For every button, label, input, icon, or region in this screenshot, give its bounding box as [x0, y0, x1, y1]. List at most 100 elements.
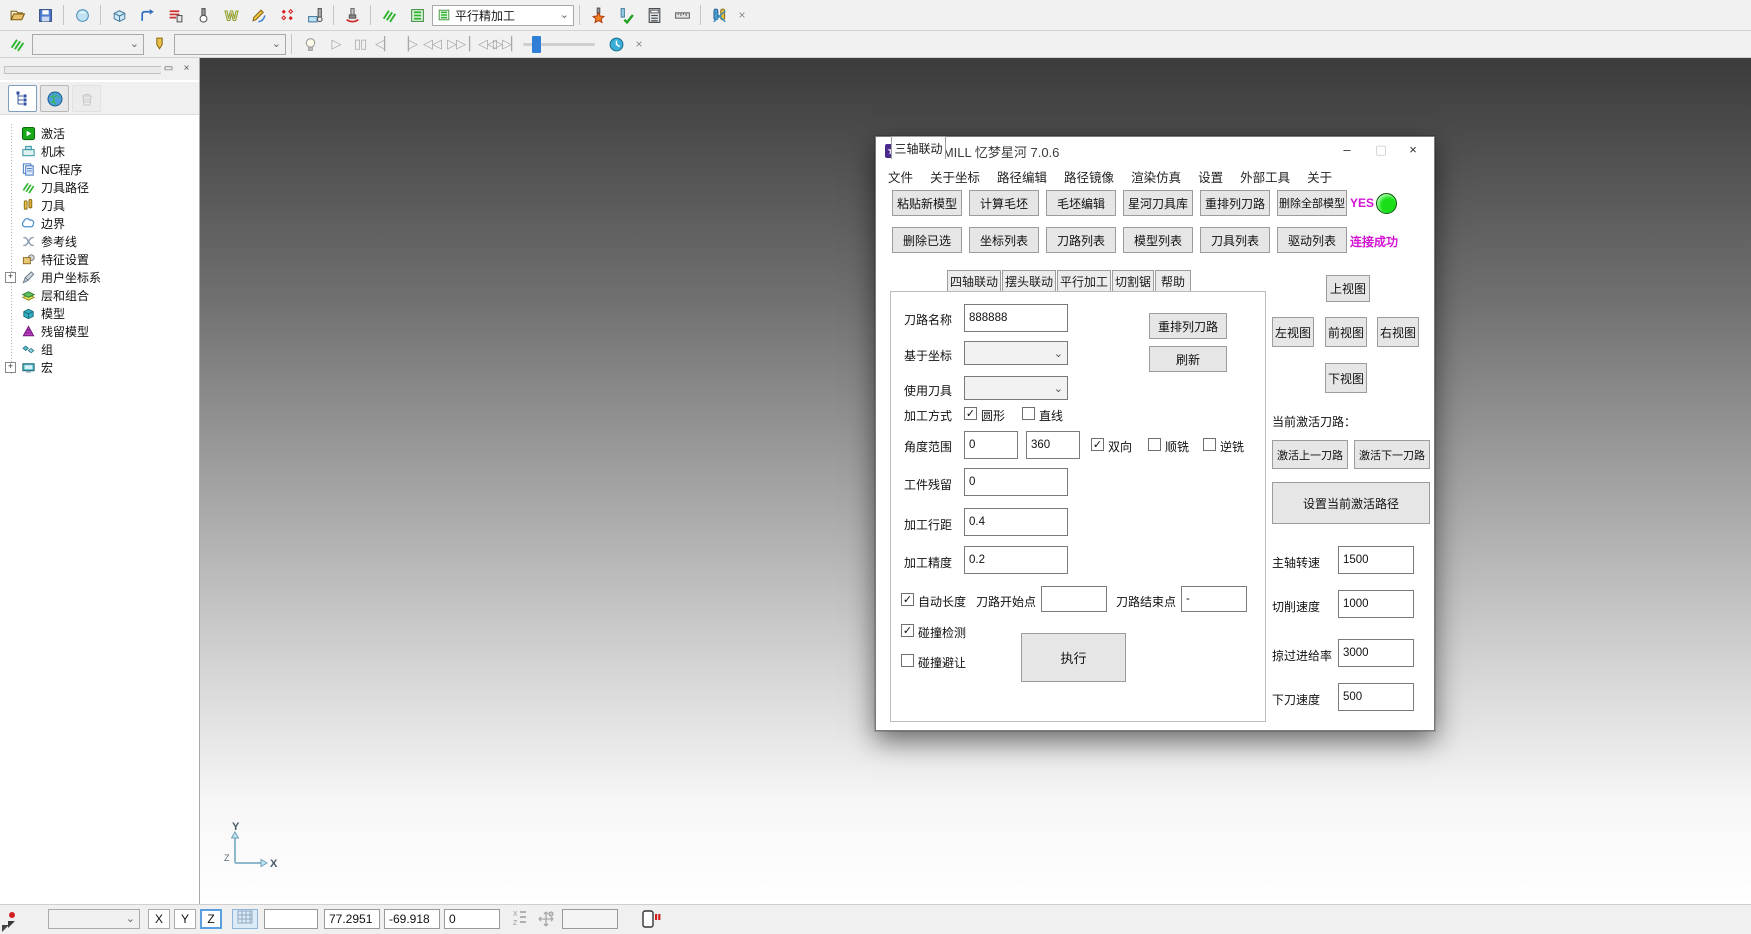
activate-next-button[interactable]: 激活下一刀路	[1354, 440, 1430, 469]
tree-item-models[interactable]: 模型	[0, 304, 65, 322]
tool-select-dropdown[interactable]: ⌄	[174, 34, 286, 55]
calc-stock-button[interactable]: 计算毛坯	[969, 190, 1039, 216]
collision-avoid-checkbox[interactable]	[901, 654, 914, 667]
set-active-path-button[interactable]: 设置当前激活路径	[1272, 482, 1430, 524]
workplane-dropdown[interactable]: ⌄	[48, 909, 140, 929]
go-to-start-icon[interactable]: ▏◁◁	[469, 36, 491, 52]
menu-file[interactable]: 文件	[888, 167, 913, 186]
path-end-input[interactable]	[1181, 586, 1247, 612]
pause-icon[interactable]: ▯▯	[349, 36, 371, 52]
ball-tool-icon[interactable]	[190, 2, 216, 28]
menu-render-sim[interactable]: 渲染仿真	[1131, 167, 1181, 186]
tab-world[interactable]	[40, 85, 69, 112]
view-left-button[interactable]: 左视图	[1272, 317, 1314, 347]
coord-y-field[interactable]: -69.918	[384, 909, 440, 929]
tab-swivel[interactable]: 摆头联动	[1002, 270, 1056, 291]
stock-edit-button[interactable]: 毛坯编辑	[1046, 190, 1116, 216]
toolpath-select-dropdown[interactable]: ⌄	[32, 34, 144, 55]
stepover-input[interactable]	[964, 508, 1068, 536]
panel-float-button[interactable]: ▭	[160, 61, 177, 78]
paste-new-model-button[interactable]: 粘贴新模型	[892, 190, 962, 216]
tab-4axis[interactable]: 四轴联动	[947, 270, 1001, 291]
w-surface-icon[interactable]: WW	[218, 2, 244, 28]
tab-explorer-tree[interactable]	[8, 85, 37, 112]
menu-path-mirror[interactable]: 路径镜像	[1064, 167, 1114, 186]
toolpath-arrow-icon[interactable]	[134, 2, 160, 28]
grid-size-field[interactable]	[264, 909, 318, 929]
axis-z-button[interactable]: Z	[200, 909, 222, 929]
coord-x-field[interactable]: 77.2951	[324, 909, 380, 929]
reorder-toolpath-button[interactable]: 重排列刀路	[1149, 313, 1227, 339]
menu-coords[interactable]: 关于坐标	[930, 167, 980, 186]
circle-checkbox[interactable]: ✓	[964, 407, 977, 420]
line-checkbox[interactable]	[1022, 407, 1035, 420]
menu-about[interactable]: 关于	[1307, 167, 1332, 186]
tree-item-feature-sets[interactable]: 特征设置	[0, 250, 89, 268]
skim-feed-input[interactable]	[1338, 639, 1414, 667]
toolpath-spring-icon[interactable]	[4, 31, 30, 57]
cutting-speed-input[interactable]	[1338, 590, 1414, 618]
conventional-checkbox[interactable]	[1203, 438, 1216, 451]
axis-y-button[interactable]: Y	[174, 909, 196, 929]
pattern-points-icon[interactable]	[274, 2, 300, 28]
close-icon[interactable]: ×	[631, 37, 647, 51]
nc-program-icon[interactable]	[162, 2, 188, 28]
tree-item-machine[interactable]: 机床	[0, 142, 65, 160]
reorder-toolpaths-button[interactable]: 重排列刀路	[1200, 190, 1270, 216]
step-forward-icon[interactable]: ▕▷	[397, 36, 419, 52]
tool-library-button[interactable]: 星河刀具库	[1123, 190, 1193, 216]
clock-icon[interactable]	[603, 31, 629, 57]
toolpath-list-button[interactable]: 刀路列表	[1046, 227, 1116, 253]
drive-list-button[interactable]: 驱动列表	[1277, 227, 1347, 253]
star-tool-icon[interactable]	[585, 2, 611, 28]
stock-remain-input[interactable]	[964, 468, 1068, 496]
minimize-icon[interactable]: –	[1330, 137, 1364, 163]
draw-curve-icon[interactable]	[246, 2, 272, 28]
panel-close-button[interactable]: ×	[178, 61, 195, 78]
menu-path-edit[interactable]: 路径编辑	[997, 167, 1047, 186]
tool-icon[interactable]	[146, 31, 172, 57]
save-icon[interactable]	[32, 2, 58, 28]
tree-item-nc-program[interactable]: NC程序	[0, 160, 82, 178]
model-list-button[interactable]: 模型列表	[1123, 227, 1193, 253]
tolerance-input[interactable]	[964, 546, 1068, 574]
simulation-speed-slider[interactable]	[523, 43, 595, 46]
tree-item-activate[interactable]: 激活	[0, 124, 65, 142]
angle-to-input[interactable]	[1026, 431, 1080, 459]
toolpath-name-input[interactable]	[964, 304, 1068, 332]
refresh-button[interactable]: 刷新	[1149, 346, 1227, 372]
tab-3axis[interactable]: 三轴联动	[891, 136, 946, 159]
pan-tool-icon[interactable]	[536, 909, 556, 929]
calculator-icon[interactable]	[641, 2, 667, 28]
close-icon[interactable]: ×	[734, 8, 750, 22]
open-icon[interactable]	[4, 2, 30, 28]
device-pause-icon[interactable]	[640, 909, 664, 929]
grid-toggle-button[interactable]	[232, 909, 258, 929]
lamp-icon[interactable]	[297, 31, 323, 57]
menu-settings[interactable]: 设置	[1198, 167, 1223, 186]
go-to-end-icon[interactable]: ▷▷▏	[493, 36, 515, 52]
axis-x-button[interactable]: X	[148, 909, 170, 929]
tab-help[interactable]: 帮助	[1155, 270, 1191, 291]
close-icon[interactable]: ×	[1396, 137, 1430, 163]
delete-selected-button[interactable]: 删除已选	[892, 227, 962, 253]
toolpath-spring-icon[interactable]	[376, 2, 402, 28]
tree-item-reference-lines[interactable]: 参考线	[0, 232, 77, 250]
base-coord-dropdown[interactable]: ⌄	[964, 341, 1068, 365]
spindle-speed-input[interactable]	[1338, 546, 1414, 574]
tree-item-workplanes[interactable]: 用户坐标系	[0, 268, 101, 286]
view-front-button[interactable]: 前视图	[1325, 317, 1367, 347]
strategy-dropdown[interactable]: 平行精加工 ⌄	[432, 5, 574, 26]
sort-order-icon[interactable]: XZ	[512, 909, 530, 929]
blank-form-icon[interactable]	[69, 2, 95, 28]
strategy-icon[interactable]	[404, 2, 430, 28]
tree-item-boundaries[interactable]: 边界	[0, 214, 65, 232]
angle-from-input[interactable]	[964, 431, 1018, 459]
tools-compare-icon[interactable]	[706, 2, 732, 28]
plunge-speed-input[interactable]	[1338, 683, 1414, 711]
delete-all-models-button[interactable]: 删除全部模型	[1277, 190, 1347, 216]
tree-item-toolpaths[interactable]: 刀具路径	[0, 178, 89, 196]
auto-length-checkbox[interactable]: ✓	[901, 593, 914, 606]
execute-button[interactable]: 执行	[1021, 633, 1126, 682]
block-icon[interactable]	[106, 2, 132, 28]
